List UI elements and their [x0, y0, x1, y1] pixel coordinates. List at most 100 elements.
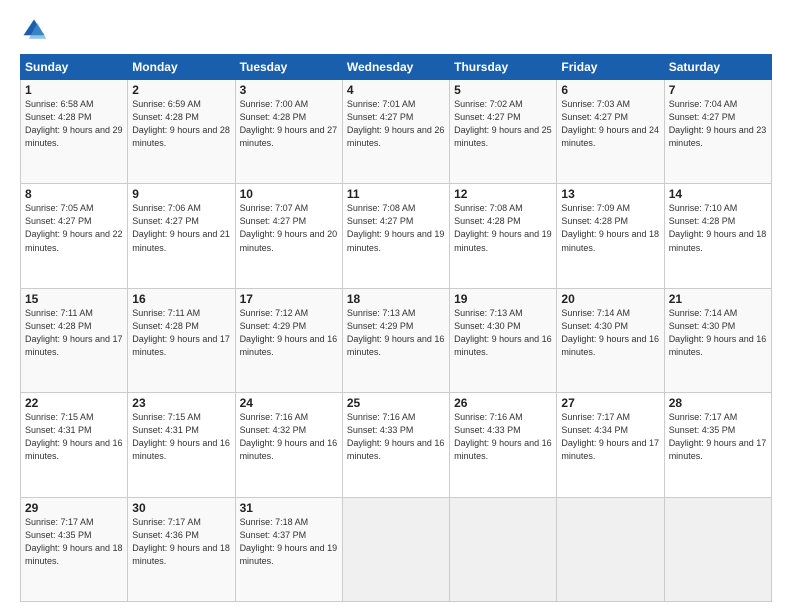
day-info: Sunrise: 6:58 AMSunset: 4:28 PMDaylight:…	[25, 99, 123, 148]
day-number: 21	[669, 292, 767, 306]
day-info: Sunrise: 7:11 AMSunset: 4:28 PMDaylight:…	[132, 308, 230, 357]
day-number: 6	[561, 83, 659, 97]
day-number: 3	[240, 83, 338, 97]
day-info: Sunrise: 7:16 AMSunset: 4:33 PMDaylight:…	[454, 412, 552, 461]
day-info: Sunrise: 7:09 AMSunset: 4:28 PMDaylight:…	[561, 203, 659, 252]
day-info: Sunrise: 7:08 AMSunset: 4:28 PMDaylight:…	[454, 203, 552, 252]
day-info: Sunrise: 7:04 AMSunset: 4:27 PMDaylight:…	[669, 99, 767, 148]
day-cell: 14 Sunrise: 7:10 AMSunset: 4:28 PMDayligh…	[664, 184, 771, 288]
day-number: 17	[240, 292, 338, 306]
week-row-3: 15Sunrise: 7:11 AMSunset: 4:28 PMDayligh…	[21, 288, 772, 392]
day-number: 9	[132, 187, 230, 201]
day-info: Sunrise: 7:17 AMSunset: 4:36 PMDaylight:…	[132, 517, 230, 566]
day-number: 12	[454, 187, 552, 201]
day-number: 26	[454, 396, 552, 410]
day-cell: 3 Sunrise: 7:00 AMSunset: 4:28 PMDaylight…	[235, 80, 342, 184]
day-cell: 24 Sunrise: 7:16 AMSunset: 4:32 PMDayligh…	[235, 393, 342, 497]
day-header-tuesday: Tuesday	[235, 55, 342, 80]
day-cell: 25 Sunrise: 7:16 AMSunset: 4:33 PMDayligh…	[342, 393, 449, 497]
day-cell: 9 Sunrise: 7:06 AMSunset: 4:27 PMDaylight…	[128, 184, 235, 288]
day-info: Sunrise: 7:13 AMSunset: 4:29 PMDaylight:…	[347, 308, 445, 357]
day-header-monday: Monday	[128, 55, 235, 80]
day-number: 30	[132, 501, 230, 515]
day-info: Sunrise: 7:01 AMSunset: 4:27 PMDaylight:…	[347, 99, 445, 148]
day-number: 7	[669, 83, 767, 97]
day-info: Sunrise: 7:11 AMSunset: 4:28 PMDaylight:…	[25, 308, 123, 357]
day-cell: 15Sunrise: 7:11 AMSunset: 4:28 PMDayligh…	[21, 288, 128, 392]
day-info: Sunrise: 7:15 AMSunset: 4:31 PMDaylight:…	[25, 412, 123, 461]
day-number: 24	[240, 396, 338, 410]
day-number: 16	[132, 292, 230, 306]
day-number: 31	[240, 501, 338, 515]
day-info: Sunrise: 7:15 AMSunset: 4:31 PMDaylight:…	[132, 412, 230, 461]
day-number: 11	[347, 187, 445, 201]
day-number: 18	[347, 292, 445, 306]
day-info: Sunrise: 7:06 AMSunset: 4:27 PMDaylight:…	[132, 203, 230, 252]
week-row-1: 1 Sunrise: 6:58 AMSunset: 4:28 PMDaylight…	[21, 80, 772, 184]
day-number: 1	[25, 83, 123, 97]
day-number: 13	[561, 187, 659, 201]
page: SundayMondayTuesdayWednesdayThursdayFrid…	[0, 0, 792, 612]
day-cell: 28 Sunrise: 7:17 AMSunset: 4:35 PMDayligh…	[664, 393, 771, 497]
week-row-5: 29Sunrise: 7:17 AMSunset: 4:35 PMDayligh…	[21, 497, 772, 601]
day-info: Sunrise: 7:16 AMSunset: 4:32 PMDaylight:…	[240, 412, 338, 461]
day-cell: 4 Sunrise: 7:01 AMSunset: 4:27 PMDaylight…	[342, 80, 449, 184]
day-number: 28	[669, 396, 767, 410]
day-cell: 19 Sunrise: 7:13 AMSunset: 4:30 PMDayligh…	[450, 288, 557, 392]
calendar-table: SundayMondayTuesdayWednesdayThursdayFrid…	[20, 54, 772, 602]
day-header-wednesday: Wednesday	[342, 55, 449, 80]
day-info: Sunrise: 7:14 AMSunset: 4:30 PMDaylight:…	[561, 308, 659, 357]
day-number: 4	[347, 83, 445, 97]
day-info: Sunrise: 6:59 AMSunset: 4:28 PMDaylight:…	[132, 99, 230, 148]
day-cell: 18 Sunrise: 7:13 AMSunset: 4:29 PMDayligh…	[342, 288, 449, 392]
day-number: 5	[454, 83, 552, 97]
day-cell: 21Sunrise: 7:14 AMSunset: 4:30 PMDayligh…	[664, 288, 771, 392]
day-cell: 22 Sunrise: 7:15 AMSunset: 4:31 PMDayligh…	[21, 393, 128, 497]
day-cell: 6 Sunrise: 7:03 AMSunset: 4:27 PMDaylight…	[557, 80, 664, 184]
day-cell: 31Sunrise: 7:18 AMSunset: 4:37 PMDayligh…	[235, 497, 342, 601]
week-row-4: 22 Sunrise: 7:15 AMSunset: 4:31 PMDayligh…	[21, 393, 772, 497]
day-number: 19	[454, 292, 552, 306]
day-info: Sunrise: 7:07 AMSunset: 4:27 PMDaylight:…	[240, 203, 338, 252]
day-cell: 27 Sunrise: 7:17 AMSunset: 4:34 PMDayligh…	[557, 393, 664, 497]
day-info: Sunrise: 7:05 AMSunset: 4:27 PMDaylight:…	[25, 203, 123, 252]
day-info: Sunrise: 7:17 AMSunset: 4:34 PMDaylight:…	[561, 412, 659, 461]
day-cell	[342, 497, 449, 601]
day-cell	[450, 497, 557, 601]
day-number: 25	[347, 396, 445, 410]
day-cell: 10 Sunrise: 7:07 AMSunset: 4:27 PMDayligh…	[235, 184, 342, 288]
day-info: Sunrise: 7:10 AMSunset: 4:28 PMDaylight:…	[669, 203, 767, 252]
day-info: Sunrise: 7:00 AMSunset: 4:28 PMDaylight:…	[240, 99, 338, 148]
day-info: Sunrise: 7:17 AMSunset: 4:35 PMDaylight:…	[669, 412, 767, 461]
day-cell: 20 Sunrise: 7:14 AMSunset: 4:30 PMDayligh…	[557, 288, 664, 392]
day-number: 2	[132, 83, 230, 97]
day-header-sunday: Sunday	[21, 55, 128, 80]
day-info: Sunrise: 7:13 AMSunset: 4:30 PMDaylight:…	[454, 308, 552, 357]
calendar-header-row: SundayMondayTuesdayWednesdayThursdayFrid…	[21, 55, 772, 80]
logo-icon	[20, 16, 48, 44]
day-info: Sunrise: 7:02 AMSunset: 4:27 PMDaylight:…	[454, 99, 552, 148]
day-number: 14	[669, 187, 767, 201]
day-number: 29	[25, 501, 123, 515]
day-cell: 7 Sunrise: 7:04 AMSunset: 4:27 PMDaylight…	[664, 80, 771, 184]
day-header-thursday: Thursday	[450, 55, 557, 80]
day-info: Sunrise: 7:03 AMSunset: 4:27 PMDaylight:…	[561, 99, 659, 148]
day-number: 22	[25, 396, 123, 410]
header	[20, 16, 772, 44]
day-info: Sunrise: 7:16 AMSunset: 4:33 PMDaylight:…	[347, 412, 445, 461]
day-info: Sunrise: 7:12 AMSunset: 4:29 PMDaylight:…	[240, 308, 338, 357]
day-cell: 13 Sunrise: 7:09 AMSunset: 4:28 PMDayligh…	[557, 184, 664, 288]
day-cell: 17 Sunrise: 7:12 AMSunset: 4:29 PMDayligh…	[235, 288, 342, 392]
day-cell: 26 Sunrise: 7:16 AMSunset: 4:33 PMDayligh…	[450, 393, 557, 497]
day-cell	[664, 497, 771, 601]
day-number: 20	[561, 292, 659, 306]
day-cell: 23 Sunrise: 7:15 AMSunset: 4:31 PMDayligh…	[128, 393, 235, 497]
day-header-saturday: Saturday	[664, 55, 771, 80]
day-cell: 5 Sunrise: 7:02 AMSunset: 4:27 PMDaylight…	[450, 80, 557, 184]
logo	[20, 16, 52, 44]
day-info: Sunrise: 7:08 AMSunset: 4:27 PMDaylight:…	[347, 203, 445, 252]
day-number: 23	[132, 396, 230, 410]
day-number: 27	[561, 396, 659, 410]
day-cell: 30 Sunrise: 7:17 AMSunset: 4:36 PMDayligh…	[128, 497, 235, 601]
day-number: 10	[240, 187, 338, 201]
